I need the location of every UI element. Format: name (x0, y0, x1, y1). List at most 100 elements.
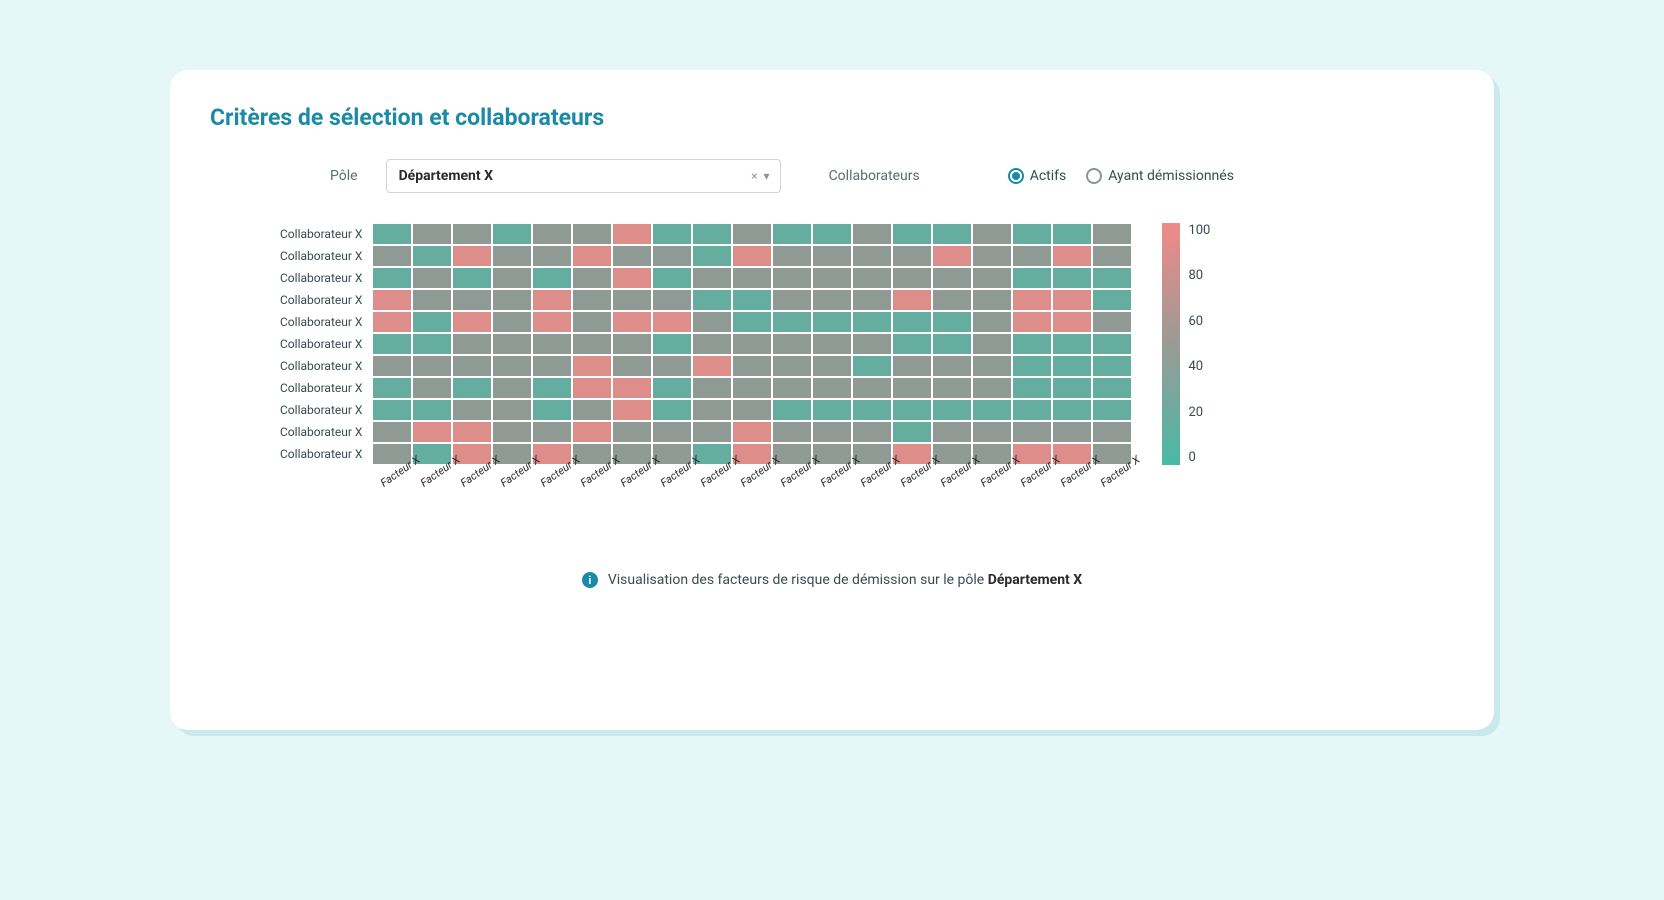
heatmap-cell[interactable] (812, 333, 852, 355)
heatmap-cell[interactable] (692, 223, 732, 245)
heatmap-cell[interactable] (612, 311, 652, 333)
heatmap-cell[interactable] (652, 311, 692, 333)
heatmap-cell[interactable] (892, 289, 932, 311)
heatmap-cell[interactable] (1092, 399, 1132, 421)
chevron-down-icon[interactable]: ▾ (764, 169, 770, 183)
heatmap-cell[interactable] (732, 421, 772, 443)
heatmap-cell[interactable] (1012, 223, 1052, 245)
heatmap-cell[interactable] (892, 223, 932, 245)
heatmap-cell[interactable] (452, 311, 492, 333)
heatmap-cell[interactable] (892, 377, 932, 399)
heatmap-cell[interactable] (732, 289, 772, 311)
heatmap-cell[interactable] (612, 223, 652, 245)
heatmap-cell[interactable] (1052, 245, 1092, 267)
heatmap-cell[interactable] (972, 421, 1012, 443)
heatmap-cell[interactable] (892, 267, 932, 289)
heatmap-cell[interactable] (492, 245, 532, 267)
heatmap-cell[interactable] (812, 245, 852, 267)
heatmap-cell[interactable] (1052, 311, 1092, 333)
heatmap-cell[interactable] (532, 377, 572, 399)
heatmap-cell[interactable] (372, 289, 412, 311)
heatmap-cell[interactable] (932, 355, 972, 377)
heatmap-cell[interactable] (1012, 355, 1052, 377)
heatmap-cell[interactable] (972, 311, 1012, 333)
heatmap-cell[interactable] (972, 333, 1012, 355)
heatmap-cell[interactable] (1092, 421, 1132, 443)
heatmap-cell[interactable] (452, 333, 492, 355)
heatmap-cell[interactable] (652, 223, 692, 245)
heatmap-cell[interactable] (932, 289, 972, 311)
heatmap-cell[interactable] (812, 355, 852, 377)
heatmap-cell[interactable] (372, 333, 412, 355)
heatmap-cell[interactable] (412, 267, 452, 289)
heatmap-cell[interactable] (1052, 333, 1092, 355)
heatmap-cell[interactable] (492, 289, 532, 311)
heatmap-cell[interactable] (852, 399, 892, 421)
heatmap-cell[interactable] (932, 421, 972, 443)
heatmap-cell[interactable] (492, 421, 532, 443)
heatmap-cell[interactable] (612, 421, 652, 443)
heatmap-cell[interactable] (932, 245, 972, 267)
heatmap-cell[interactable] (852, 223, 892, 245)
heatmap-cell[interactable] (372, 245, 412, 267)
heatmap-cell[interactable] (452, 289, 492, 311)
heatmap-cell[interactable] (772, 289, 812, 311)
heatmap-cell[interactable] (532, 421, 572, 443)
heatmap-cell[interactable] (572, 289, 612, 311)
heatmap-cell[interactable] (772, 377, 812, 399)
heatmap-cell[interactable] (652, 421, 692, 443)
heatmap-cell[interactable] (892, 311, 932, 333)
heatmap-cell[interactable] (732, 377, 772, 399)
heatmap-cell[interactable] (652, 245, 692, 267)
heatmap-cell[interactable] (492, 355, 532, 377)
heatmap-cell[interactable] (572, 223, 612, 245)
heatmap-cell[interactable] (732, 223, 772, 245)
heatmap-cell[interactable] (692, 333, 732, 355)
heatmap-cell[interactable] (612, 355, 652, 377)
heatmap-cell[interactable] (772, 223, 812, 245)
heatmap-cell[interactable] (812, 223, 852, 245)
heatmap-cell[interactable] (372, 267, 412, 289)
heatmap-cell[interactable] (652, 399, 692, 421)
heatmap-cell[interactable] (492, 377, 532, 399)
heatmap-cell[interactable] (1052, 377, 1092, 399)
heatmap-cell[interactable] (572, 355, 612, 377)
heatmap-cell[interactable] (772, 355, 812, 377)
heatmap-cell[interactable] (932, 399, 972, 421)
heatmap-cell[interactable] (732, 399, 772, 421)
heatmap-cell[interactable] (412, 289, 452, 311)
clear-icon[interactable]: × (751, 169, 757, 183)
heatmap-cell[interactable] (372, 377, 412, 399)
heatmap-cell[interactable] (1012, 311, 1052, 333)
heatmap-cell[interactable] (532, 333, 572, 355)
heatmap-cell[interactable] (1092, 377, 1132, 399)
radio-active[interactable]: Actifs (1008, 168, 1067, 184)
heatmap-cell[interactable] (572, 421, 612, 443)
heatmap-cell[interactable] (692, 399, 732, 421)
heatmap-cell[interactable] (932, 333, 972, 355)
heatmap-cell[interactable] (612, 377, 652, 399)
heatmap-cell[interactable] (972, 267, 1012, 289)
heatmap-cell[interactable] (732, 245, 772, 267)
heatmap-cell[interactable] (972, 355, 1012, 377)
heatmap-cell[interactable] (692, 267, 732, 289)
heatmap-cell[interactable] (892, 399, 932, 421)
heatmap-cell[interactable] (492, 311, 532, 333)
heatmap-cell[interactable] (972, 245, 1012, 267)
heatmap-cell[interactable] (852, 333, 892, 355)
heatmap-cell[interactable] (412, 399, 452, 421)
heatmap-cell[interactable] (412, 355, 452, 377)
heatmap-cell[interactable] (412, 421, 452, 443)
radio-resigned[interactable]: Ayant démissionnés (1086, 168, 1234, 184)
heatmap-cell[interactable] (812, 377, 852, 399)
heatmap-cell[interactable] (932, 377, 972, 399)
heatmap-cell[interactable] (692, 421, 732, 443)
heatmap-cell[interactable] (892, 421, 932, 443)
heatmap-cell[interactable] (692, 355, 732, 377)
heatmap-cell[interactable] (572, 311, 612, 333)
heatmap-cell[interactable] (492, 399, 532, 421)
heatmap-cell[interactable] (532, 223, 572, 245)
heatmap-cell[interactable] (1052, 355, 1092, 377)
heatmap-cell[interactable] (1092, 267, 1132, 289)
heatmap-cell[interactable] (532, 311, 572, 333)
